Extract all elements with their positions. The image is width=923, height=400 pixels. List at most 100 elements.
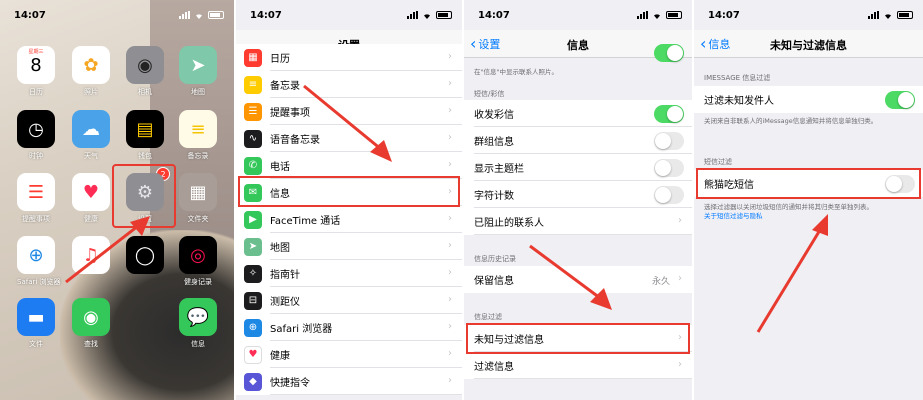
settings-row[interactable]: ✆ 电话 › — [236, 152, 462, 179]
status-bar: 14:07 — [464, 0, 692, 30]
section-header-filter: 信息过滤 — [474, 313, 502, 321]
app-icon[interactable]: ▦ 文件夹 — [179, 173, 217, 224]
status-icons — [407, 11, 452, 19]
app-icon[interactable]: ◷ 时钟 — [17, 110, 55, 161]
settings-row[interactable]: ➤ 地图 › — [236, 233, 462, 260]
app-icon[interactable]: ♫ — [72, 236, 110, 277]
battery-icon — [897, 11, 913, 19]
chevron-right-icon: › — [678, 215, 682, 226]
app-glyph: ◉ — [83, 306, 99, 328]
partial-toggle[interactable] — [654, 44, 684, 62]
message-setting-row: 显示主题栏 — [464, 154, 692, 181]
app-icon[interactable]: ▤ 钱包 — [126, 110, 164, 161]
contact-photo-note: 在"信息"中显示联系人照片。 — [474, 68, 558, 76]
message-setting-toggle[interactable] — [654, 105, 684, 123]
message-setting-toggle[interactable] — [654, 186, 684, 204]
app-icon[interactable]: ☁ 天气 — [72, 110, 110, 161]
app-glyph: ▬ — [27, 306, 45, 328]
app-icon[interactable]: ◎ 健身记录 — [179, 236, 217, 287]
app-glyph-icon: ☰ — [17, 173, 55, 211]
settings-row[interactable]: ▶ FaceTime 通话 › — [236, 206, 462, 233]
app-glyph: ▤ — [136, 118, 154, 140]
app-glyph-icon: 💬 — [179, 298, 217, 336]
section-header-imessage: IMESSAGE 信息过滤 — [704, 74, 771, 82]
settings-highlight-box — [112, 164, 176, 228]
status-time: 14:07 — [14, 10, 46, 21]
status-time: 14:07 — [708, 10, 740, 21]
imessage-filter-note: 关闭来自非联系人的iMessage信息通知并将信息单独归类。 — [704, 117, 878, 125]
filter-unknown-toggle[interactable] — [885, 91, 915, 109]
app-glyph-icon: ♫ — [72, 236, 110, 274]
battery-icon — [666, 11, 682, 19]
wifi-icon — [196, 14, 202, 19]
app-glyph-icon: ▤ — [126, 110, 164, 148]
app-icon[interactable]: ▬ 文件 — [17, 298, 55, 349]
app-glyph-icon: ▦ — [179, 173, 217, 211]
app-icon[interactable]: 8 星期三 日历 — [17, 46, 55, 97]
chevron-right-icon: › — [448, 240, 452, 251]
app-icon[interactable]: ◉ 相机 — [126, 46, 164, 97]
settings-row-label: 健康 — [270, 351, 290, 362]
app-glyph-icon — [126, 298, 164, 336]
app-glyph: ➤ — [190, 54, 206, 76]
section-header-history: 信息历史记录 — [474, 255, 516, 263]
status-time: 14:07 — [478, 10, 510, 21]
filter-row[interactable]: 过滤信息 › — [464, 352, 692, 379]
app-icon[interactable]: ♥ 健康 — [72, 173, 110, 224]
settings-row[interactable]: ⊟ 测距仪 › — [236, 287, 462, 314]
settings-row[interactable]: ⊕ Safari 浏览器 › — [236, 314, 462, 341]
message-setting-toggle[interactable] — [654, 132, 684, 150]
app-glyph: ✿ — [83, 54, 99, 76]
message-setting-row[interactable]: 已阻止的联系人 › — [464, 208, 692, 235]
app-glyph-icon: ➤ — [179, 46, 217, 84]
settings-row[interactable]: ♥ 健康 › — [236, 341, 462, 368]
chevron-right-icon: › — [448, 213, 452, 224]
settings-row[interactable]: ≡ 备忘录 › — [236, 71, 462, 98]
app-glyph-icon: ◉ — [72, 298, 110, 336]
settings-row[interactable]: ✧ 指南针 › — [236, 260, 462, 287]
signal-icon — [868, 11, 879, 19]
settings-row-icon: ≡ — [244, 75, 262, 94]
panda-highlight-box — [696, 168, 921, 199]
settings-row[interactable]: ☰ 提醒事项 › — [236, 98, 462, 125]
keep-messages-row[interactable]: 保留信息 永久 › — [464, 266, 692, 293]
app-label: 文件夹 — [187, 215, 209, 223]
chevron-right-icon: › — [448, 267, 452, 278]
screenshot-strip: 14:07 8 星期三 日历 ✿ 照片 ◉ 相机 ➤ 地图 ◷ 时钟 ☁ 天气 ▤ 钱包 ≡ 备忘录 ☰ 提醒事项 ♥… — [0, 0, 923, 400]
wifi-icon — [885, 14, 891, 19]
app-label: 钱包 — [138, 152, 152, 160]
message-setting-toggle[interactable] — [654, 159, 684, 177]
status-icons — [868, 11, 913, 19]
app-label: 天气 — [84, 152, 98, 160]
app-icon[interactable]: 💬 信息 — [179, 298, 217, 349]
filter-unknown-label: 过滤未知发件人 — [704, 96, 774, 107]
app-icon[interactable]: ⊕ Safari 浏览器 — [17, 236, 61, 287]
app-icon[interactable]: ◯ — [126, 236, 164, 277]
app-glyph: ♫ — [82, 244, 100, 266]
app-glyph: 8 — [30, 54, 42, 76]
settings-row[interactable]: ▦ 日历 › — [236, 44, 462, 71]
chevron-right-icon: › — [448, 375, 452, 386]
app-icon[interactable]: ➤ 地图 — [179, 46, 217, 97]
app-glyph-icon: ◯ — [126, 236, 164, 274]
app-icon[interactable]: ◉ 查找 — [72, 298, 110, 349]
app-label: 备忘录 — [187, 152, 209, 160]
home-screen-panel: 14:07 8 星期三 日历 ✿ 照片 ◉ 相机 ➤ 地图 ◷ 时钟 ☁ 天气 ▤ 钱包 ≡ 备忘录 ☰ 提醒事项 ♥… — [0, 0, 234, 400]
sms-privacy-link[interactable]: 关于短信过滤与隐私 — [704, 212, 763, 220]
settings-row-label: 日历 — [270, 54, 290, 65]
settings-row[interactable]: ∿ 语音备忘录 › — [236, 125, 462, 152]
app-glyph-icon: ▬ — [17, 298, 55, 336]
settings-row[interactable]: ◆ 快捷指令 › — [236, 368, 462, 395]
app-icon[interactable]: ≡ 备忘录 — [179, 110, 217, 161]
app-icon[interactable] — [126, 298, 164, 339]
settings-row-icon: ∿ — [244, 129, 262, 148]
unknown-filter-highlight-box — [466, 323, 690, 354]
app-icon[interactable]: ✿ 照片 — [72, 46, 110, 97]
app-label: 照片 — [84, 88, 98, 96]
settings-row-label: 指南针 — [270, 270, 300, 281]
battery-icon — [208, 11, 224, 19]
settings-row-icon: ➤ — [244, 237, 262, 256]
nav-bar: ‹ 信息 未知与过滤信息 — [694, 30, 923, 58]
app-glyph-icon: ◷ — [17, 110, 55, 148]
app-icon[interactable]: ☰ 提醒事项 — [17, 173, 55, 224]
